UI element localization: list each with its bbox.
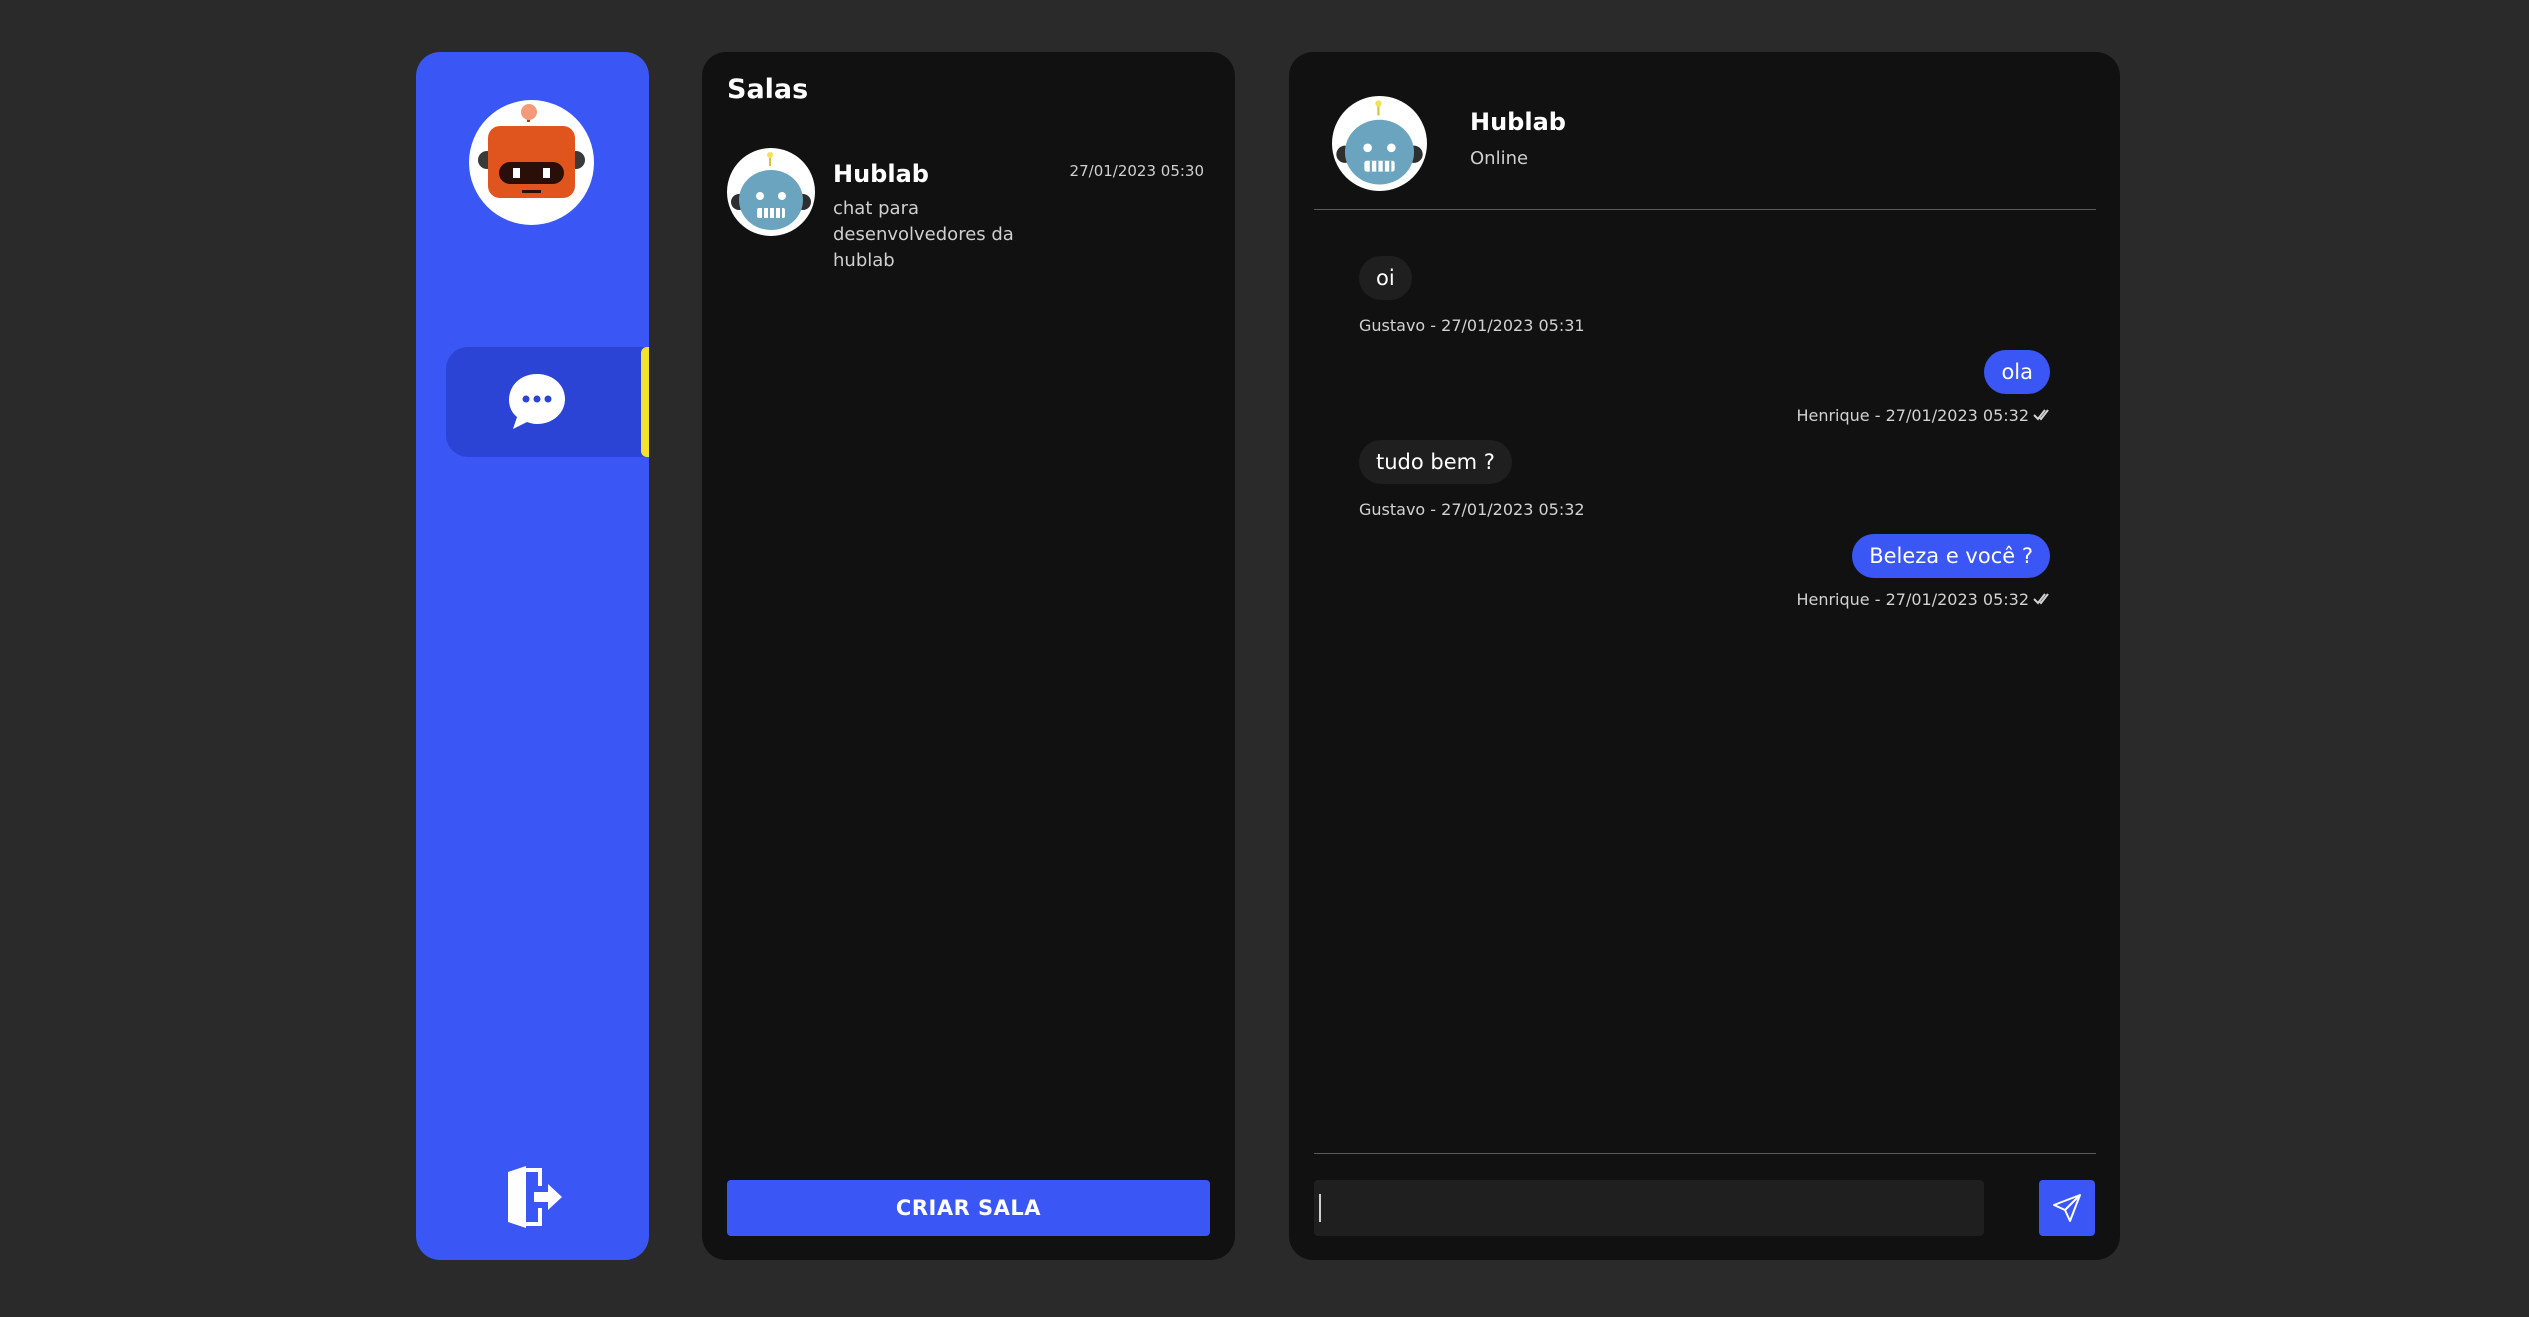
message-meta: Gustavo - 27/01/2023 05:31 — [1359, 316, 1585, 335]
chat-panel: Hublab Online oi Gustavo - 27/01/2023 05… — [1289, 52, 2120, 1260]
chat-bubble-icon — [509, 374, 565, 429]
sidebar — [416, 52, 649, 1260]
message-meta: Henrique - 27/01/2023 05:32 — [1796, 406, 2050, 425]
send-paper-plane-icon — [2053, 1194, 2081, 1222]
logout-door-icon — [508, 1166, 562, 1228]
message-meta-text: Henrique - 27/01/2023 05:32 — [1796, 590, 2029, 609]
message-bubble-incoming: oi — [1359, 256, 1412, 300]
blue-robot-avatar-icon — [1336, 100, 1423, 185]
rooms-panel: Salas Hublab chat para desenvolvedores d… — [702, 52, 1235, 1260]
room-list-item[interactable]: Hublab chat para desenvolvedores da hubl… — [727, 148, 1217, 288]
message-bubble-incoming: tudo bem ? — [1359, 440, 1512, 484]
logout-button[interactable] — [504, 1164, 564, 1230]
nav-item-chat[interactable] — [446, 347, 649, 457]
orange-robot-avatar-icon — [478, 104, 585, 198]
message-bubble-outgoing: Beleza e você ? — [1852, 534, 2050, 578]
room-name: Hublab — [833, 160, 929, 188]
double-check-icon — [2033, 593, 2049, 605]
header-divider — [1314, 209, 2096, 210]
chat-status: Online — [1470, 148, 1529, 169]
chat-title: Hublab — [1470, 108, 1566, 136]
send-button[interactable] — [2039, 1180, 2095, 1236]
user-avatar[interactable] — [469, 100, 594, 225]
chat-header-avatar — [1332, 96, 1427, 191]
room-description: chat para desenvolvedores da hublab — [833, 198, 1014, 271]
create-room-button[interactable]: CRIAR SALA — [727, 1180, 1210, 1236]
double-check-icon — [2033, 409, 2049, 421]
message-meta-text: Henrique - 27/01/2023 05:32 — [1796, 406, 2029, 425]
rooms-title: Salas — [727, 74, 809, 105]
blue-robot-avatar-icon — [731, 152, 811, 230]
room-avatar — [727, 148, 815, 236]
message-meta: Henrique - 27/01/2023 05:32 — [1796, 590, 2050, 609]
active-indicator — [641, 347, 649, 457]
message-input[interactable] — [1314, 1180, 1984, 1236]
room-timestamp: 27/01/2023 05:30 — [1069, 162, 1204, 180]
message-meta-text: Gustavo - 27/01/2023 05:31 — [1359, 316, 1585, 335]
chat-app: Salas Hublab chat para desenvolvedores d… — [0, 0, 2529, 1317]
composer-divider — [1314, 1153, 2096, 1154]
text-caret — [1319, 1194, 1321, 1222]
message-meta: Gustavo - 27/01/2023 05:32 — [1359, 500, 1585, 519]
message-bubble-outgoing: ola — [1984, 350, 2050, 394]
message-meta-text: Gustavo - 27/01/2023 05:32 — [1359, 500, 1585, 519]
